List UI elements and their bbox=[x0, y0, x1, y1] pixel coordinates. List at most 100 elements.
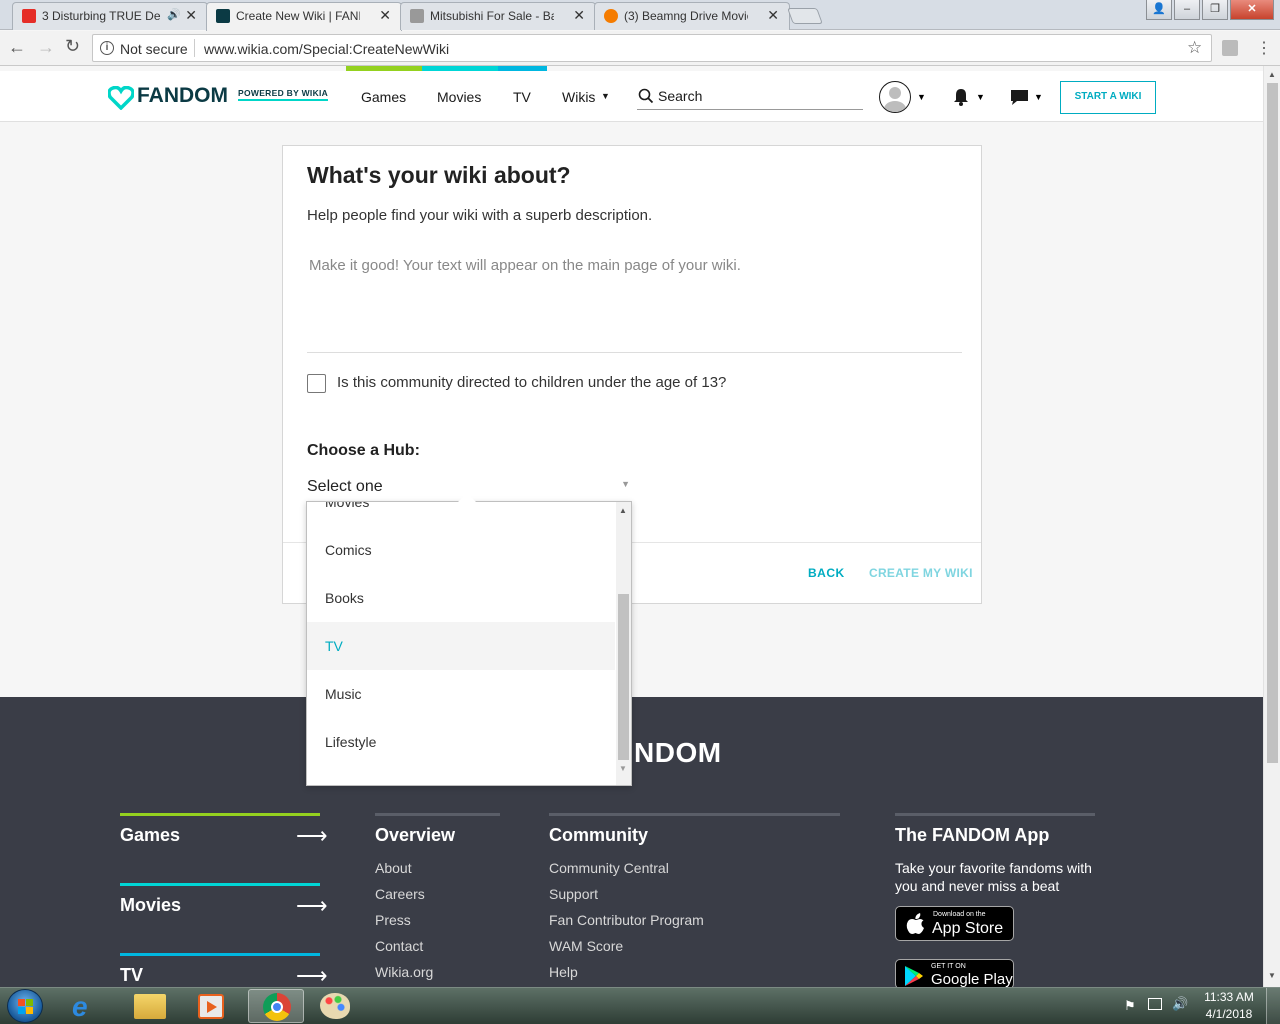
notifications-bell-icon[interactable] bbox=[952, 88, 970, 106]
footer-link-community-central[interactable]: Community Central bbox=[549, 860, 669, 876]
browser-tab-youtube[interactable]: 3 Disturbing TRUE De 🔊 ✕ bbox=[12, 2, 208, 30]
show-desktop-button[interactable] bbox=[1266, 988, 1280, 1024]
arrow-right-icon[interactable]: ⟶ bbox=[296, 893, 328, 919]
hub-option-movies[interactable]: Movies bbox=[307, 502, 615, 526]
arrow-right-icon[interactable]: ⟶ bbox=[296, 963, 328, 987]
hub-option-lifestyle[interactable]: Lifestyle bbox=[307, 718, 615, 766]
volume-icon[interactable]: 🔊 bbox=[1172, 996, 1188, 1012]
clock-date: 4/1/2018 bbox=[1205, 1007, 1253, 1021]
scroll-down-arrow-icon[interactable]: ▼ bbox=[619, 764, 627, 773]
google-play-badge[interactable]: GET IT ON Google Play bbox=[895, 959, 1014, 987]
footer-vertical-movies[interactable]: Movies bbox=[120, 895, 181, 916]
browser-tab-beamng[interactable]: (3) Beamng Drive Movie ✕ bbox=[594, 2, 790, 30]
browser-toolbar: ← → ↻ i Not secure www.wikia.com/Special… bbox=[0, 31, 1280, 66]
bat-favicon-icon bbox=[410, 9, 424, 23]
nav-wikis[interactable]: Wikis bbox=[562, 89, 595, 105]
media-player-icon[interactable] bbox=[198, 994, 224, 1019]
chrome-menu-icon[interactable]: ⋮ bbox=[1256, 38, 1272, 58]
page-title: What's your wiki about? bbox=[307, 162, 571, 188]
page-scroll-down-icon[interactable]: ▼ bbox=[1268, 971, 1276, 980]
hub-option-tv[interactable]: TV bbox=[307, 622, 615, 670]
under-13-checkbox[interactable] bbox=[307, 374, 326, 393]
footer-vertical-games[interactable]: Games bbox=[120, 825, 180, 846]
fandom-header: FANDOM POWERED BY WIKIA Games Movies TV … bbox=[0, 71, 1263, 122]
google-play-small-text: GET IT ON bbox=[931, 963, 966, 970]
file-explorer-icon[interactable] bbox=[134, 994, 166, 1019]
footer-vertical-tv[interactable]: TV bbox=[120, 965, 143, 986]
select-chevron-down-icon[interactable]: ▼ bbox=[621, 479, 630, 489]
minimize-button[interactable]: ‒ bbox=[1174, 0, 1200, 20]
omnibox-divider bbox=[194, 39, 195, 57]
footer-link-wikia-org[interactable]: Wikia.org bbox=[375, 964, 433, 980]
start-button[interactable] bbox=[7, 989, 43, 1023]
hub-option-books[interactable]: Books bbox=[307, 574, 615, 622]
movies-accent-bar bbox=[120, 883, 320, 886]
fandom-logo-text[interactable]: FANDOM bbox=[137, 84, 228, 108]
app-store-badge[interactable]: Download on the App Store bbox=[895, 906, 1014, 941]
footer-link-support[interactable]: Support bbox=[549, 886, 598, 902]
powered-by-wikia[interactable]: POWERED BY WIKIA bbox=[238, 88, 329, 101]
footer-link-contact[interactable]: Contact bbox=[375, 938, 423, 954]
back-button[interactable]: BACK bbox=[808, 566, 845, 580]
close-window-button[interactable]: ✕ bbox=[1230, 0, 1274, 20]
url-text[interactable]: www.wikia.com/Special:CreateNewWiki bbox=[204, 41, 449, 57]
footer-link-help[interactable]: Help bbox=[549, 964, 578, 980]
security-label: Not secure bbox=[120, 41, 188, 57]
description-textarea[interactable]: Make it good! Your text will appear on t… bbox=[307, 244, 962, 353]
back-icon[interactable]: ← bbox=[8, 37, 26, 58]
omnibox[interactable]: i Not secure www.wikia.com/Special:Creat… bbox=[92, 34, 1212, 62]
info-icon[interactable]: i bbox=[100, 41, 114, 55]
internet-explorer-icon[interactable]: e bbox=[72, 991, 88, 1023]
footer-link-fan-contributor[interactable]: Fan Contributor Program bbox=[549, 912, 704, 928]
fandom-heart-logo-icon[interactable] bbox=[108, 86, 134, 110]
messages-chat-icon[interactable] bbox=[1010, 89, 1029, 106]
taskbar-clock[interactable]: 11:33 AM 4/1/2018 bbox=[1198, 990, 1260, 1021]
browser-tab-fandom[interactable]: Create New Wiki | FANDC ✕ bbox=[206, 2, 402, 31]
nav-movies[interactable]: Movies bbox=[437, 89, 481, 105]
bell-chevron-down-icon[interactable]: ▼ bbox=[976, 92, 985, 102]
footer-link-press[interactable]: Press bbox=[375, 912, 411, 928]
new-tab-button[interactable] bbox=[787, 8, 823, 24]
arrow-right-icon[interactable]: ⟶ bbox=[296, 823, 328, 849]
close-tab-icon[interactable]: ✕ bbox=[573, 7, 585, 24]
nav-tv[interactable]: TV bbox=[513, 89, 531, 105]
close-tab-icon[interactable]: ✕ bbox=[767, 7, 779, 24]
avatar[interactable] bbox=[879, 81, 911, 113]
bookmark-star-icon[interactable]: ☆ bbox=[1187, 38, 1202, 58]
hub-option-comics[interactable]: Comics bbox=[307, 526, 615, 574]
chat-chevron-down-icon[interactable]: ▼ bbox=[1034, 92, 1043, 102]
browser-tab-bat[interactable]: Mitsubishi For Sale - BaT ✕ bbox=[400, 2, 596, 30]
footer-link-wam-score[interactable]: WAM Score bbox=[549, 938, 623, 954]
chrome-taskbar-button[interactable] bbox=[248, 989, 304, 1023]
avatar-chevron-down-icon[interactable]: ▼ bbox=[917, 92, 926, 102]
action-center-flag-icon[interactable]: ⚑ bbox=[1124, 998, 1136, 1014]
paint-icon[interactable] bbox=[320, 993, 350, 1019]
close-tab-icon[interactable]: ✕ bbox=[379, 7, 391, 24]
overview-heading: Overview bbox=[375, 825, 456, 845]
dropdown-scrollbar[interactable]: ▲ ▼ bbox=[616, 502, 631, 785]
audio-playing-icon[interactable]: 🔊 bbox=[167, 8, 181, 21]
user-profile-icon[interactable]: 👤 bbox=[1146, 0, 1172, 20]
search-icon[interactable] bbox=[638, 88, 654, 104]
scroll-up-arrow-icon[interactable]: ▲ bbox=[619, 506, 627, 515]
network-icon[interactable] bbox=[1148, 998, 1162, 1010]
under-13-label[interactable]: Is this community directed to children u… bbox=[337, 374, 726, 391]
hub-option-music[interactable]: Music bbox=[307, 670, 615, 718]
create-my-wiki-button[interactable]: CREATE MY WIKI bbox=[869, 566, 973, 580]
search-input[interactable]: Search bbox=[658, 88, 702, 104]
page-scroll-up-icon[interactable]: ▲ bbox=[1268, 70, 1276, 79]
forward-icon[interactable]: → bbox=[37, 37, 55, 58]
page-scrollbar[interactable]: ▲ ▼ bbox=[1263, 66, 1280, 987]
footer-link-about[interactable]: About bbox=[375, 860, 412, 876]
dropdown-scroll-thumb[interactable] bbox=[618, 594, 629, 760]
start-a-wiki-button[interactable]: START A WIKI bbox=[1060, 81, 1156, 114]
dropdown-caret bbox=[458, 493, 476, 502]
maximize-button[interactable]: ❐ bbox=[1202, 0, 1228, 20]
reload-icon[interactable]: ↻ bbox=[65, 36, 80, 57]
footer-link-careers[interactable]: Careers bbox=[375, 886, 425, 902]
page-scroll-thumb[interactable] bbox=[1267, 83, 1278, 763]
extension-icon[interactable] bbox=[1222, 40, 1238, 56]
close-tab-icon[interactable]: ✕ bbox=[185, 7, 197, 24]
wikis-chevron-down-icon[interactable]: ▼ bbox=[601, 91, 610, 101]
nav-games[interactable]: Games bbox=[361, 89, 406, 105]
